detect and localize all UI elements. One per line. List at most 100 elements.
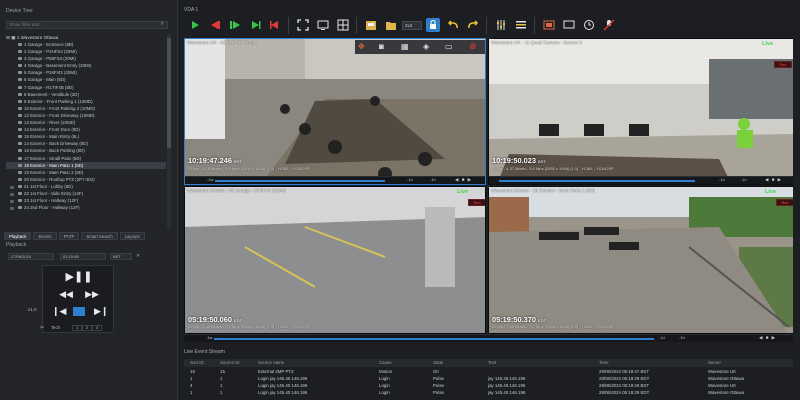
expand-icon[interactable]: ⊞ [10, 205, 14, 212]
tree-camera-item[interactable]: 17 Exterior - Small Patio (8D) [6, 155, 166, 162]
scrollbar-thumb[interactable] [167, 38, 171, 148]
tree-scrollbar[interactable] [167, 34, 171, 228]
tree-camera-item[interactable]: 1 Garage - Entrance (8B) [6, 41, 166, 48]
undo-icon[interactable] [446, 18, 460, 32]
tag-icon[interactable]: ◈ [423, 42, 429, 51]
tree-camera-item[interactable]: ⊞ 21 1st Floor - Lobby (8D) [6, 183, 166, 190]
fast-forward-button[interactable]: ▶▶ [83, 289, 101, 300]
tile-timeline[interactable]: -1w -1d -1h ◀ ■ ▶ [185, 176, 485, 184]
timeline-controls[interactable]: ◀ ■ ▶ [759, 335, 776, 341]
play-green-icon[interactable] [188, 18, 202, 32]
left-tab[interactable]: Layouts [119, 232, 145, 240]
tree-camera-item[interactable]: 10 Exterior - Front Parking 2 (10MD) [6, 105, 166, 112]
device-filter-input[interactable]: Enter filter text... [6, 21, 168, 29]
video-tile-3[interactable]: Wavestore Ottawa - 03 Garage - P56FS4 (2… [184, 186, 486, 334]
event-cell: Login [379, 383, 390, 388]
event-row[interactable]: 1 1 Login jay 145.40.146.196 Login Pulse jay … [184, 375, 800, 382]
event-row[interactable]: 15 15 External 2MP PTZ Motion On 28/06/2024 0… [184, 368, 800, 375]
event-column-header[interactable]: Text [488, 359, 496, 367]
window-icon[interactable] [542, 18, 556, 32]
video-tile-1[interactable]: Wavestore UK - 03 SNP 6T Dome 10:19:47.2… [184, 38, 486, 185]
tree-camera-item[interactable]: 16 Exterior - Back Parking (8D) [6, 147, 166, 154]
save-layout-icon[interactable] [364, 18, 378, 32]
record-icon[interactable] [228, 18, 242, 32]
export-icon[interactable]: ▭ [445, 42, 453, 51]
stop-red-icon[interactable] [208, 18, 222, 32]
clock-icon[interactable] [582, 18, 596, 32]
tree-camera-item[interactable]: 12 Exterior - Front Driveway (10MD) [6, 112, 166, 119]
skip-forward-icon[interactable] [268, 18, 282, 32]
rewind-button[interactable]: ◀◀ [57, 289, 75, 300]
tree-camera-item[interactable]: 9 Exterior - Front Parking 1 (10MD) [6, 98, 166, 105]
tree-camera-item[interactable]: 6 Garage - Main (5D) [6, 76, 166, 83]
tree-camera-item[interactable]: 7 Garage - R1TIF4B (8D) [6, 84, 166, 91]
tree-camera-item[interactable]: ⊞ 23 1st Floor - Hallway (12F) [6, 197, 166, 204]
tree-camera-item[interactable]: 2 Garage - P2HFS4 (20MI) [6, 48, 166, 55]
tree-camera-item[interactable]: 13 Exterior - River (10MD) [6, 119, 166, 126]
playback-date-field[interactable]: 27/06/2024 [8, 253, 54, 260]
scissors-icon[interactable]: ✂ [40, 325, 44, 331]
left-tab[interactable]: Smart Search [81, 232, 118, 240]
event-column-header[interactable]: Source ID [220, 359, 240, 367]
tile-timeline[interactable]: -1d -1h ◀ ■ ▶ [489, 176, 793, 184]
speed-option[interactable]: 3 [92, 325, 102, 331]
fullscreen-icon[interactable] [296, 18, 310, 32]
tree-camera-item[interactable]: 3 Garage - P56FS4 (20MI) [6, 55, 166, 62]
timeline-controls[interactable]: ◀ ■ ▶ [455, 177, 472, 183]
tree-camera-item[interactable]: 4 Garage - Basement Entry (20MI) [6, 62, 166, 69]
playback-time-field[interactable]: 01:20:48 [60, 253, 106, 260]
event-column-header[interactable]: Cause [379, 359, 392, 367]
event-column-header[interactable]: Time [599, 359, 609, 367]
speed-option[interactable]: 1 [72, 325, 82, 331]
playback-timezone-field[interactable]: BST [110, 253, 132, 260]
tree-camera-item[interactable]: 8 Basement - Vestibule (2D) [6, 91, 166, 98]
bottom-timeline[interactable]: -1w -1d -1h ◀ ■ ▶ [184, 334, 794, 342]
tree-camera-item[interactable]: ⊞ 24 2nd Floor - Hallway (12F) [6, 204, 166, 211]
tree-camera-item[interactable]: 14 Exterior - Front Door (8D) [6, 126, 166, 133]
tree-camera-item[interactable]: ⊞ 22 1st Floor - Side Entry (12F) [6, 190, 166, 197]
redo-icon[interactable] [466, 18, 480, 32]
step-back-button[interactable]: ❙◀ [52, 306, 66, 317]
camera-icon[interactable]: ◙ [379, 42, 384, 51]
screen-icon[interactable] [562, 18, 576, 32]
clear-time-icon[interactable]: ✕ [136, 253, 140, 259]
left-tab[interactable]: Events [33, 232, 57, 240]
stop-button[interactable] [73, 307, 85, 316]
play-pause-button[interactable]: ▶❚❚ [65, 272, 93, 283]
monitor-icon[interactable] [316, 18, 330, 32]
clear-filter-icon[interactable]: ✕ [160, 21, 164, 27]
tree-camera-item[interactable]: 15 Exterior - Main Entry (8L) [6, 133, 166, 140]
collapse-icon[interactable]: ⊟ [6, 35, 10, 40]
tree-camera-item[interactable]: 20 Exterior - Rooftop PTZ (2P7-302) [6, 176, 166, 183]
skip-back-icon[interactable] [248, 18, 262, 32]
event-column-header[interactable]: Sort ID [190, 359, 204, 367]
tree-camera-item[interactable]: 19 Exterior - Main Patio 2 (8D) [6, 169, 166, 176]
event-column-header[interactable]: State [433, 359, 443, 367]
tree-camera-item[interactable]: 18 Exterior - Main Patio 1 (8D) [6, 161, 166, 169]
close-icon[interactable]: ⊗ [469, 41, 477, 52]
open-folder-icon[interactable] [384, 18, 398, 32]
timeline-controls[interactable]: ◀ ■ ▶ [765, 177, 782, 183]
snapshot-icon[interactable]: ▦ [401, 42, 409, 51]
sliders-icon[interactable] [494, 18, 508, 32]
video-tile-4[interactable]: Wavestore Ottawa - 18 Exterior - Main Pa… [488, 186, 794, 334]
video-tile-2[interactable]: Wavestore UK - 11 Quad Camera - Sensor 3… [488, 38, 794, 185]
event-column-header[interactable]: Source name [258, 359, 284, 367]
speed-option[interactable]: 2 [82, 325, 92, 331]
event-column-header[interactable]: Server [708, 359, 721, 367]
tree-camera-item[interactable]: 5 Garage - P34FI42 (20MI) [6, 69, 166, 76]
layout-select[interactable]: 2x2 [402, 21, 422, 30]
event-row[interactable]: 1 1 Login jay 145.40.146.196 Login Pulse jay … [184, 389, 800, 396]
tree-root[interactable]: ⊟ ▣ 1 Wavestore Ottawa [6, 34, 166, 41]
tree-camera-item[interactable]: 14 Exterior - Back Driveway (8D) [6, 140, 166, 147]
event-row[interactable]: 4 1 Login jay 145.40.146.196 Login Pulse jay … [184, 382, 800, 389]
grid-icon[interactable] [336, 18, 350, 32]
mic-off-icon[interactable] [602, 18, 616, 32]
left-tab[interactable]: Playback [4, 232, 32, 240]
left-tabs: Playback Events PTZF Smart Search Layouts [4, 232, 145, 240]
list-icon[interactable] [514, 18, 528, 32]
lock-icon[interactable] [426, 18, 440, 32]
ptz-icon[interactable]: ✥ [358, 42, 365, 51]
left-tab[interactable]: PTZF [58, 232, 80, 240]
step-forward-button[interactable]: ▶❙ [94, 306, 108, 317]
